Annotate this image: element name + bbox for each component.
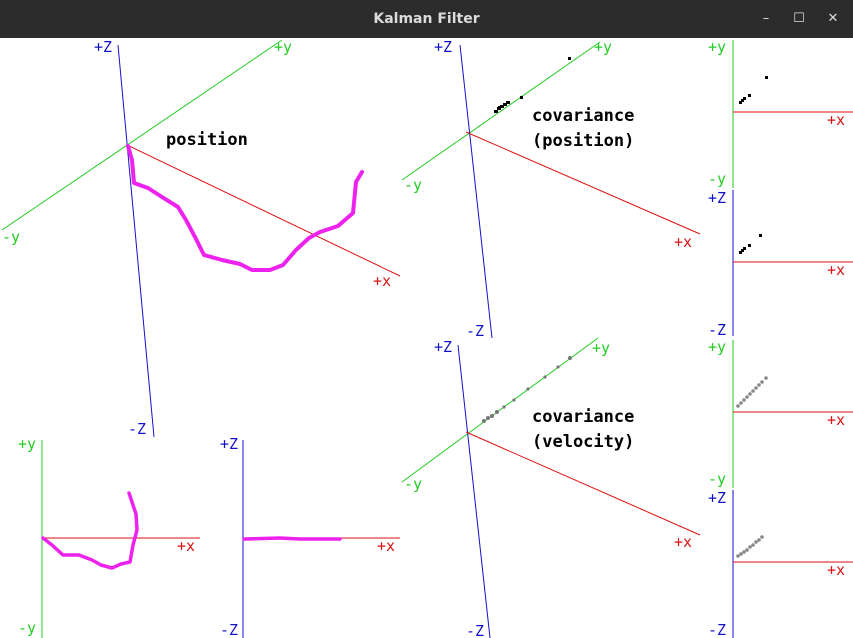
small-cv-xy-points — [736, 376, 768, 408]
position-plus-y-label: +y — [274, 38, 292, 56]
covariance-position-z-axis — [459, 44, 493, 339]
small-cp-xy-points — [739, 76, 768, 104]
covariance-position-panel: +Z +y -y +x -Z covariance (position) — [401, 38, 701, 340]
position-xy-plus-y-label: +y — [18, 435, 36, 453]
position-xy-plus-x-label: +x — [177, 537, 195, 555]
position-trajectory — [126, 144, 364, 272]
small-cv-xy-plus-y-label: +y — [708, 338, 726, 356]
title-bar: Kalman Filter – ☐ ✕ — [0, 0, 853, 38]
small-covariance-velocity-xy-panel: +y +x -y — [708, 338, 853, 488]
position-title: position — [166, 130, 248, 150]
covariance-position-minus-z-label: -Z — [466, 322, 484, 340]
small-cp-xz-minus-z-label: -Z — [708, 321, 726, 339]
small-cp-xz-plus-z-label: +Z — [708, 189, 726, 207]
close-button[interactable]: ✕ — [821, 7, 845, 31]
position-xz-panel: +Z +x -Z — [220, 435, 400, 638]
covariance-velocity-minus-y-label: -y — [404, 475, 422, 493]
small-cv-xz-points — [736, 535, 764, 558]
covariance-velocity-plus-x-label: +x — [674, 533, 692, 551]
plot-canvas: +Z +y -y +x -Z position +y +x -y +Z +x -… — [1, 38, 853, 638]
small-covariance-position-xz-panel: +Z +x -Z — [708, 189, 853, 339]
position-plus-z-label: +Z — [94, 38, 112, 56]
covariance-velocity-plus-z-label: +Z — [434, 338, 452, 356]
position-minus-z-label: -Z — [128, 420, 146, 438]
covariance-velocity-minus-z-label: -Z — [466, 622, 484, 638]
covariance-position-points — [494, 57, 571, 113]
position-minus-y-label: -y — [2, 228, 20, 246]
small-cp-xy-minus-y-label: -y — [708, 170, 726, 188]
minimize-button[interactable]: – — [754, 7, 778, 31]
position-xy-panel: +y +x -y — [18, 435, 200, 638]
position-xz-minus-z-label: -Z — [220, 621, 238, 638]
small-cp-xy-plus-y-label: +y — [708, 38, 726, 56]
position-xz-plus-x-label: +x — [377, 537, 395, 555]
covariance-position-title-line2: (position) — [532, 131, 634, 151]
position-xz-trajectory — [242, 536, 342, 541]
small-cv-xy-plus-x-label: +x — [827, 411, 845, 429]
position-z-axis — [117, 44, 155, 438]
covariance-position-title-line1: covariance — [532, 106, 634, 126]
position-xz-plus-z-label: +Z — [220, 435, 238, 453]
covariance-velocity-z-axis — [457, 344, 491, 638]
small-covariance-velocity-xz-panel: +Z +x -Z — [708, 489, 853, 638]
small-cv-xy-minus-y-label: -y — [708, 470, 726, 488]
maximize-button[interactable]: ☐ — [787, 7, 811, 31]
window-title: Kalman Filter — [373, 11, 480, 27]
small-cp-xz-points — [739, 234, 762, 254]
position-plus-x-label: +x — [373, 272, 391, 290]
covariance-velocity-plus-y-label: +y — [592, 339, 610, 357]
covariance-position-plus-x-label: +x — [674, 233, 692, 251]
position-xy-trajectory — [41, 491, 139, 570]
small-cv-xz-plus-x-label: +x — [827, 561, 845, 579]
small-covariance-position-xy-panel: +y +x -y — [708, 38, 853, 188]
small-cp-xy-plus-x-label: +x — [827, 111, 845, 129]
small-cv-xz-minus-z-label: -Z — [708, 621, 726, 638]
covariance-velocity-panel: +Z +y -y +x -Z covariance (velocity) — [401, 337, 701, 638]
covariance-position-minus-y-label: -y — [404, 176, 422, 194]
covariance-velocity-title-line2: (velocity) — [532, 432, 634, 452]
small-cp-xz-plus-x-label: +x — [827, 261, 845, 279]
covariance-velocity-title-line1: covariance — [532, 407, 634, 427]
position-x-axis — [126, 144, 401, 277]
position-panel: +Z +y -y +x -Z position — [1, 38, 401, 438]
position-xy-minus-y-label: -y — [18, 619, 36, 637]
covariance-position-plus-z-label: +Z — [434, 38, 452, 56]
small-cv-xz-plus-z-label: +Z — [708, 489, 726, 507]
covariance-position-plus-y-label: +y — [594, 38, 612, 56]
